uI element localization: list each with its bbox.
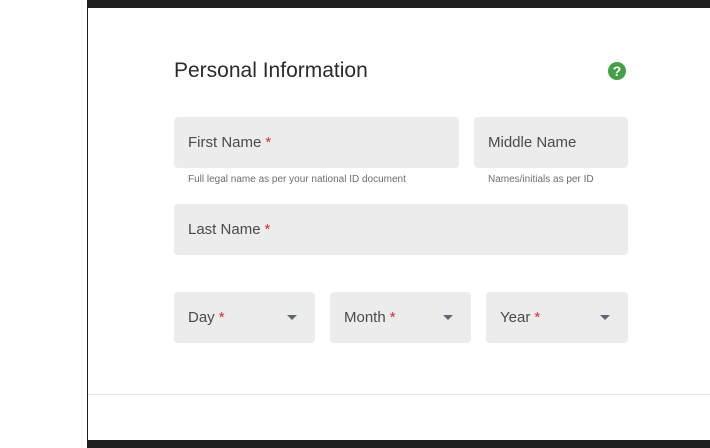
help-icon[interactable]: ? <box>608 62 626 80</box>
required-mark: * <box>218 309 225 326</box>
first-name-hint: Full legal name as per your national ID … <box>188 174 406 185</box>
required-mark: * <box>265 134 272 151</box>
section-title: Personal Information <box>174 59 368 82</box>
month-label: Month * <box>344 309 396 326</box>
first-name-field[interactable]: First Name * <box>174 117 459 168</box>
required-mark: * <box>264 221 271 238</box>
day-select[interactable]: Day * <box>174 292 315 343</box>
middle-name-hint: Names/initials as per ID <box>488 174 594 185</box>
required-mark: * <box>534 309 541 326</box>
last-name-field[interactable]: Last Name * <box>174 204 628 255</box>
page: Personal Information ? First Name * Full … <box>0 0 710 448</box>
year-select[interactable]: Year * <box>486 292 628 343</box>
chevron-down-icon <box>287 315 297 320</box>
card-divider <box>88 394 710 395</box>
first-name-label: First Name * <box>188 134 272 151</box>
left-border <box>87 0 88 448</box>
year-label: Year * <box>500 309 541 326</box>
chevron-down-icon <box>600 315 610 320</box>
bottom-bar <box>87 440 710 448</box>
chevron-down-icon <box>443 315 453 320</box>
top-bar <box>87 0 710 8</box>
middle-name-label: Middle Name <box>488 134 577 151</box>
month-select[interactable]: Month * <box>330 292 471 343</box>
required-mark: * <box>389 309 396 326</box>
day-label: Day * <box>188 309 225 326</box>
middle-name-field[interactable]: Middle Name <box>474 117 628 168</box>
last-name-label: Last Name * <box>188 221 271 238</box>
